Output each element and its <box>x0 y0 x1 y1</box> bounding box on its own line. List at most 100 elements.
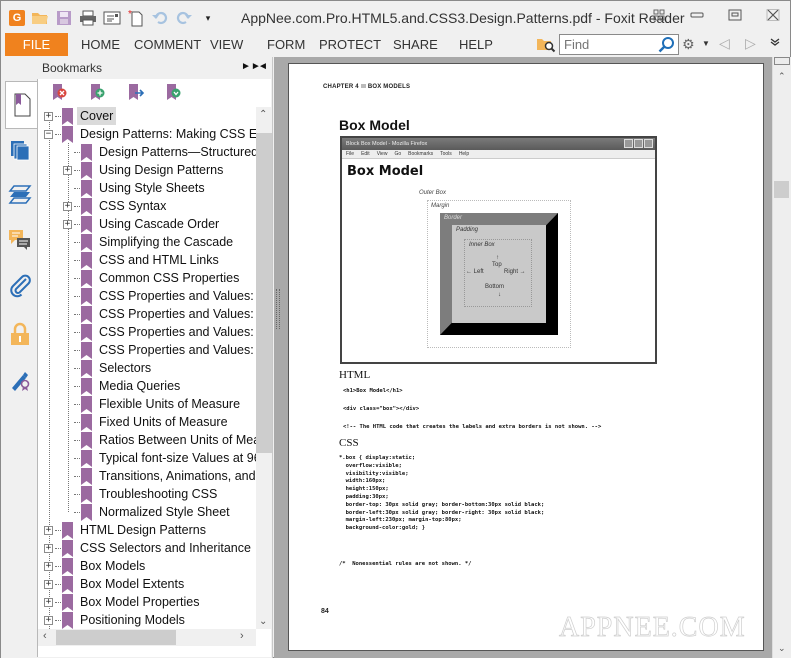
scroll-down-icon[interactable]: ⌄ <box>778 643 786 654</box>
go-to-bookmark-icon[interactable] <box>126 82 146 102</box>
bookmark-item[interactable]: + Using Cascade Order <box>63 215 222 233</box>
bookmark-item[interactable]: + Cover <box>44 107 117 125</box>
tab-form[interactable]: FORM <box>267 37 305 52</box>
collapse-icon[interactable]: − <box>44 129 53 139</box>
bookmark-label[interactable]: Selectors <box>96 359 154 377</box>
side-tab-security[interactable] <box>5 319 35 349</box>
scroll-right-icon[interactable]: › <box>240 630 244 642</box>
chevron-down-icon[interactable]: ▼ <box>702 39 710 48</box>
splitter-grip[interactable] <box>276 289 280 329</box>
panel-collapse-icon[interactable]: ◄ <box>258 61 268 72</box>
bookmarks-horizontal-scrollbar[interactable]: ‹ › <box>38 629 256 646</box>
bookmark-label[interactable]: CSS and HTML Links <box>96 251 222 269</box>
restore-icon[interactable] <box>726 7 744 23</box>
bookmark-item[interactable]: Ratios Between Units of Mea <box>63 431 256 449</box>
find-input[interactable] <box>560 35 656 54</box>
scroll-up-icon[interactable]: ⌃ <box>259 109 267 120</box>
scrollbar-thumb[interactable] <box>56 630 176 645</box>
bookmark-label[interactable]: Using Design Patterns <box>96 161 226 179</box>
bookmark-item[interactable]: Troubleshooting CSS <box>63 485 220 503</box>
bookmark-item[interactable]: Using Style Sheets <box>63 179 208 197</box>
save-icon[interactable] <box>55 9 73 27</box>
bookmark-label[interactable]: Common CSS Properties <box>96 269 242 287</box>
next-result-icon[interactable]: ▷ <box>745 35 756 52</box>
bookmark-label[interactable]: Media Queries <box>96 377 183 395</box>
foxit-logo-icon[interactable]: G <box>9 10 25 26</box>
tab-protect[interactable]: PROTECT <box>319 37 381 52</box>
expand-icon[interactable]: + <box>63 219 72 229</box>
bookmark-item[interactable]: CSS Properties and Values: C <box>63 287 256 305</box>
find-field[interactable] <box>559 34 679 55</box>
bookmark-item[interactable]: Selectors <box>63 359 154 377</box>
side-tab-signatures[interactable] <box>5 365 35 395</box>
bookmark-item[interactable]: + Box Models <box>44 557 148 575</box>
previous-result-icon[interactable]: ◁ <box>719 35 730 52</box>
new-document-icon[interactable]: * <box>127 9 145 27</box>
scroll-left-icon[interactable]: ‹ <box>43 630 47 642</box>
bookmark-label[interactable]: Design Patterns: Making CSS Ea <box>77 125 256 143</box>
bookmark-item[interactable]: Fixed Units of Measure <box>63 413 231 431</box>
bookmark-item[interactable]: Design Patterns—Structured <box>63 143 256 161</box>
add-bookmark-icon[interactable] <box>88 82 108 102</box>
gear-icon[interactable]: ⚙ <box>682 36 695 53</box>
tab-view[interactable]: VIEW <box>210 37 243 52</box>
tab-comment[interactable]: COMMENT <box>134 37 201 52</box>
fullscreen-icon[interactable] <box>650 7 668 23</box>
bookmark-item[interactable]: CSS and HTML Links <box>63 251 222 269</box>
bookmark-label[interactable]: CSS Syntax <box>96 197 169 215</box>
bookmark-item[interactable]: Normalized Style Sheet <box>63 503 233 521</box>
bookmark-label[interactable]: Positioning Models <box>77 611 188 629</box>
bookmark-label[interactable]: Using Style Sheets <box>96 179 208 197</box>
search-icon[interactable] <box>657 36 675 54</box>
bookmark-item[interactable]: Typical font-size Values at 96 <box>63 449 256 467</box>
bookmark-label[interactable]: Box Model Extents <box>77 575 187 593</box>
expand-icon[interactable]: + <box>63 201 72 211</box>
bookmark-item[interactable]: CSS Properties and Values: L <box>63 323 256 341</box>
side-tab-layers[interactable] <box>5 179 35 209</box>
expand-icon[interactable]: + <box>44 579 53 589</box>
scroll-up-icon[interactable]: ⌃ <box>778 71 786 82</box>
bookmark-label[interactable]: Ratios Between Units of Mea <box>96 431 256 449</box>
bookmark-item[interactable]: + Box Model Extents <box>44 575 187 593</box>
bookmark-label[interactable]: Using Cascade Order <box>96 215 222 233</box>
scrollbar-thumb[interactable] <box>774 181 789 198</box>
side-tab-attachments[interactable] <box>5 271 35 301</box>
minimize-icon[interactable] <box>688 7 706 23</box>
bookmark-label[interactable]: CSS Properties and Values: L <box>96 323 256 341</box>
print-icon[interactable] <box>79 9 97 27</box>
email-icon[interactable] <box>103 9 121 27</box>
expand-icon[interactable]: + <box>44 543 53 553</box>
bookmark-label[interactable]: Typical font-size Values at 96 <box>96 449 256 467</box>
search-folder-icon[interactable] <box>536 35 556 53</box>
bookmark-item[interactable]: + Box Model Properties <box>44 593 203 611</box>
expand-bookmark-icon[interactable] <box>164 82 184 102</box>
open-folder-icon[interactable] <box>31 9 49 27</box>
expand-icon[interactable]: + <box>44 525 53 535</box>
bookmark-label[interactable]: Fixed Units of Measure <box>96 413 231 431</box>
expand-icon[interactable]: + <box>44 561 53 571</box>
bookmark-item[interactable]: + Positioning Models <box>44 611 188 629</box>
bookmark-label[interactable]: CSS Properties and Values: S <box>96 341 256 359</box>
tab-share[interactable]: SHARE <box>393 37 438 52</box>
expand-icon[interactable]: + <box>44 111 53 121</box>
bookmark-label[interactable]: Simplifying the Cascade <box>96 233 236 251</box>
bookmark-item[interactable]: CSS Properties and Values: C <box>63 305 256 323</box>
panel-splitter[interactable] <box>274 57 282 658</box>
bookmark-item[interactable]: Transitions, Animations, and <box>63 467 256 485</box>
bookmark-item[interactable]: CSS Properties and Values: S <box>63 341 256 359</box>
expand-ribbon-icon[interactable] <box>769 36 781 50</box>
bookmark-item[interactable]: + CSS Syntax <box>63 197 169 215</box>
scroll-down-icon[interactable]: ⌄ <box>259 616 267 627</box>
bookmark-label[interactable]: HTML Design Patterns <box>77 521 209 539</box>
bookmark-item[interactable]: − Design Patterns: Making CSS Ea <box>44 125 256 143</box>
bookmark-label[interactable]: CSS Properties and Values: C <box>96 287 256 305</box>
bookmark-label[interactable]: Cover <box>77 107 117 125</box>
side-tab-comments[interactable] <box>5 225 35 255</box>
tab-file[interactable]: FILE <box>5 33 68 56</box>
bookmark-item[interactable]: + Using Design Patterns <box>63 161 226 179</box>
bookmark-item[interactable]: + HTML Design Patterns <box>44 521 209 539</box>
tab-help[interactable]: HELP <box>459 37 493 52</box>
bookmark-label[interactable]: Design Patterns—Structured <box>96 143 256 161</box>
bookmark-item[interactable]: Common CSS Properties <box>63 269 242 287</box>
scrollbar-thumb[interactable] <box>256 133 272 453</box>
